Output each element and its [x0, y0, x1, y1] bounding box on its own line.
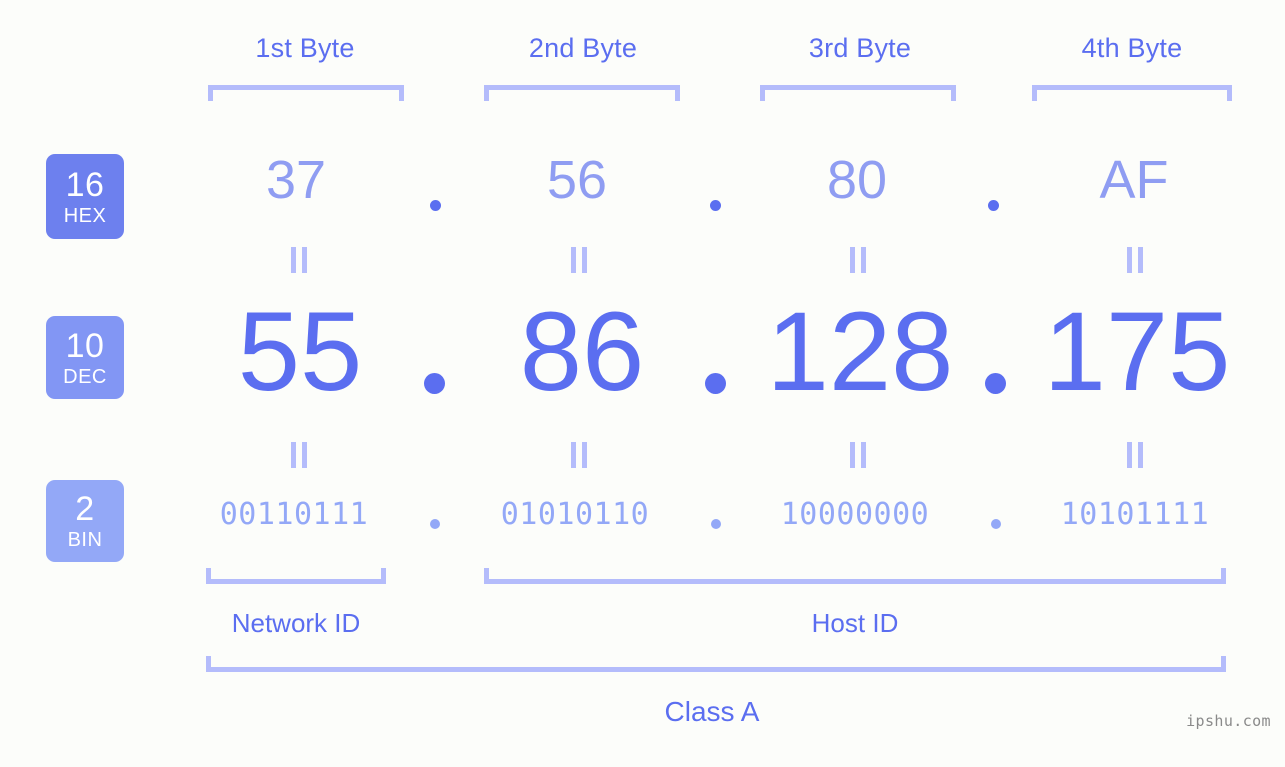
equals-icon-dec-bin-4 — [1126, 442, 1144, 468]
bin-octet-3: 10000000 — [780, 497, 930, 532]
watermark: ipshu.com — [1186, 712, 1271, 730]
dec-separator-3 — [985, 373, 1006, 394]
hex-separator-3 — [988, 200, 999, 211]
network-id-label: Network ID — [231, 608, 361, 638]
equals-icon-dec-bin-2 — [570, 442, 588, 468]
ip-breakdown-diagram: 1st Byte 2nd Byte 3rd Byte 4th Byte 16 H… — [0, 0, 1285, 767]
host-id-bracket — [484, 568, 1226, 584]
byte-bracket-3 — [760, 85, 956, 101]
hex-separator-2 — [710, 200, 721, 211]
equals-icon-hex-dec-1 — [290, 247, 308, 273]
hex-octet-1: 37 — [265, 150, 327, 210]
byte-header-4: 4th Byte — [1081, 33, 1183, 63]
bin-separator-3 — [991, 519, 1001, 529]
base-badge-hex-abbr: HEX — [63, 204, 107, 227]
equals-icon-hex-dec-2 — [570, 247, 588, 273]
byte-header-2: 2nd Byte — [528, 33, 638, 63]
bin-octet-4: 10101111 — [1060, 497, 1210, 532]
hex-octet-2: 56 — [546, 150, 608, 210]
class-bracket — [206, 656, 1226, 672]
base-badge-bin-number: 2 — [75, 490, 95, 528]
equals-icon-dec-bin-3 — [849, 442, 867, 468]
equals-icon-dec-bin-1 — [290, 442, 308, 468]
base-badge-dec-number: 10 — [65, 326, 105, 365]
base-badge-bin: 2 BIN — [46, 480, 124, 562]
bin-octet-2: 01010110 — [500, 497, 650, 532]
byte-bracket-4 — [1032, 85, 1232, 101]
bin-separator-2 — [711, 519, 721, 529]
dec-separator-1 — [424, 373, 445, 394]
base-badge-dec: 10 DEC — [46, 316, 124, 399]
base-badge-hex: 16 HEX — [46, 154, 124, 239]
bin-separator-1 — [430, 519, 440, 529]
byte-header-3: 3rd Byte — [808, 33, 912, 63]
class-label: Class A — [664, 696, 760, 727]
base-badge-bin-abbr: BIN — [67, 529, 103, 551]
dec-octet-1: 55 — [237, 289, 363, 414]
network-id-bracket — [206, 568, 386, 584]
byte-bracket-2 — [484, 85, 680, 101]
base-badge-dec-abbr: DEC — [63, 365, 107, 388]
bin-octet-1: 00110111 — [219, 497, 369, 532]
dec-separator-2 — [705, 373, 726, 394]
base-badge-hex-number: 16 — [65, 165, 105, 204]
equals-icon-hex-dec-3 — [849, 247, 867, 273]
byte-header-1: 1st Byte — [255, 33, 355, 63]
dec-octet-4: 175 — [1043, 289, 1231, 414]
hex-separator-1 — [430, 200, 441, 211]
byte-bracket-1 — [208, 85, 404, 101]
dec-octet-3: 128 — [766, 289, 954, 414]
dec-octet-2: 86 — [519, 289, 645, 414]
equals-icon-hex-dec-4 — [1126, 247, 1144, 273]
hex-octet-3: 80 — [826, 150, 888, 210]
hex-octet-4: AF — [1099, 150, 1169, 210]
host-id-label: Host ID — [811, 608, 899, 638]
